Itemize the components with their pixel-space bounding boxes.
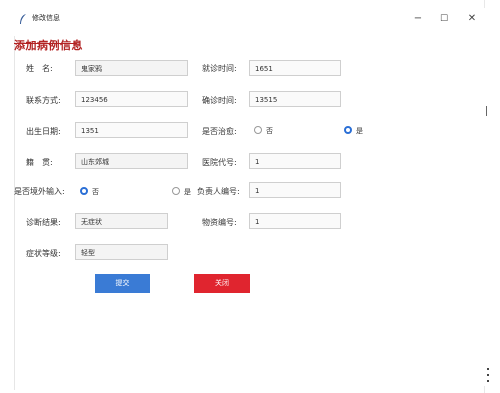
minimize-button[interactable]: −: [409, 11, 427, 27]
cured-no-radio[interactable]: [254, 126, 262, 134]
severity-field[interactable]: 轻型: [75, 244, 168, 260]
resize-grip-dot: [487, 380, 489, 382]
window-title: 修改信息: [32, 14, 60, 22]
close-window-button[interactable]: ✕: [463, 11, 481, 27]
resize-grip-dot: [487, 368, 489, 370]
form-heading: 添加病例信息: [14, 39, 83, 52]
severity-label: 症状等级:: [26, 249, 61, 258]
edit-info-window: 修改信息 − ☐ ✕ 添加病例信息 姓 名: 鬼家鸦 联系方式: 123456 …: [14, 8, 486, 390]
staff-id-field[interactable]: 1: [249, 182, 341, 198]
confirm-time-label: 确诊时间:: [202, 96, 237, 105]
birth-date-label: 出生日期:: [26, 127, 61, 136]
origin-label: 籍 贯:: [26, 158, 53, 167]
name-label: 姓 名:: [26, 64, 53, 73]
cured-yes-label: 是: [356, 127, 363, 135]
maximize-button[interactable]: ☐: [435, 11, 453, 27]
overseas-yes-radio[interactable]: [172, 187, 180, 195]
contact-field[interactable]: 123456: [75, 91, 188, 107]
close-button[interactable]: 关闭: [194, 274, 250, 293]
hospital-code-label: 医院代号:: [202, 158, 237, 167]
supply-id-field[interactable]: 1: [249, 213, 341, 229]
feather-icon: [20, 14, 26, 24]
contact-label: 联系方式:: [26, 96, 61, 105]
overseas-no-label: 否: [92, 188, 99, 196]
submit-button[interactable]: 提交: [95, 274, 150, 293]
diagnosis-label: 诊断结果:: [26, 218, 61, 227]
heading-strikethrough: [14, 43, 77, 44]
visit-time-label: 就诊时间:: [202, 64, 237, 73]
window-left-border: [14, 36, 15, 390]
name-field[interactable]: 鬼家鸦: [75, 60, 188, 76]
cured-yes-radio[interactable]: [344, 126, 352, 134]
title-bar[interactable]: 修改信息 − ☐ ✕: [14, 8, 486, 32]
visit-time-field[interactable]: 1651: [249, 60, 341, 76]
cured-label: 是否治愈:: [202, 127, 237, 136]
birth-date-field[interactable]: 1351: [75, 122, 188, 138]
overseas-label: 是否境外输入:: [14, 187, 65, 196]
staff-id-label: 负责人编号:: [197, 187, 240, 196]
overseas-no-radio[interactable]: [80, 187, 88, 195]
origin-field[interactable]: 山东郊城: [75, 153, 188, 169]
hospital-code-field[interactable]: 1: [249, 153, 341, 169]
cured-no-label: 否: [266, 127, 273, 135]
resize-grip-dot: [487, 374, 489, 376]
confirm-time-field[interactable]: 13515: [249, 91, 341, 107]
diagnosis-field[interactable]: 无症状: [75, 213, 168, 229]
supply-id-label: 物资编号:: [202, 218, 237, 227]
overseas-yes-label: 是: [184, 188, 191, 196]
